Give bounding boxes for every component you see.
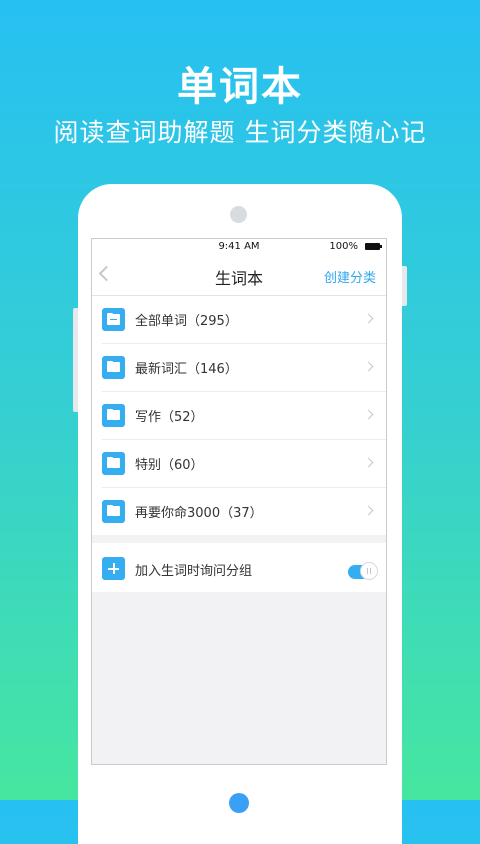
folder-row-latest[interactable]: 最新词汇（146） bbox=[102, 344, 386, 392]
folder-icon bbox=[102, 356, 125, 379]
folder-label: 再要你命3000（37） bbox=[135, 506, 263, 521]
navigation-bar: 生词本 创建分类 bbox=[92, 255, 386, 296]
phone-side-button-right bbox=[402, 266, 407, 306]
phone-camera bbox=[230, 206, 247, 223]
folder-icon bbox=[102, 404, 125, 427]
promo-headline: 单词本 bbox=[177, 64, 303, 110]
battery-icon bbox=[365, 243, 382, 250]
promo-subline: 阅读查词助解题 生词分类随心记 bbox=[53, 118, 427, 147]
battery-percentage: 100% bbox=[329, 241, 358, 252]
create-category-button[interactable]: 创建分类 bbox=[324, 267, 376, 286]
phone-screen: 9:41 AM 100% 生词本 创建分类 全部单词（295） 最新词汇（146… bbox=[91, 238, 387, 765]
phone-home-button bbox=[229, 793, 249, 813]
document-folder-icon bbox=[102, 308, 125, 331]
folder-row-3000[interactable]: 再要你命3000（37） bbox=[102, 488, 386, 535]
folder-label: 特别（60） bbox=[135, 458, 204, 473]
folder-icon bbox=[102, 452, 125, 475]
plus-icon bbox=[102, 557, 125, 580]
folder-label: 全部单词（295） bbox=[135, 314, 238, 329]
folder-icon bbox=[102, 500, 125, 523]
ask-group-toggle[interactable] bbox=[348, 562, 378, 580]
ask-group-setting-row: 加入生词时询问分组 bbox=[92, 543, 386, 592]
folder-label: 写作（52） bbox=[135, 410, 204, 425]
chevron-right-icon bbox=[363, 361, 374, 372]
ask-group-label: 加入生词时询问分组 bbox=[135, 564, 253, 579]
folder-list: 全部单词（295） 最新词汇（146） 写作（52） 特别（60） 再要你命30… bbox=[92, 296, 386, 535]
folder-row-all-words[interactable]: 全部单词（295） bbox=[102, 296, 386, 344]
folder-row-special[interactable]: 特别（60） bbox=[102, 440, 386, 488]
folder-label: 最新词汇（146） bbox=[135, 362, 238, 377]
folder-row-writing[interactable]: 写作（52） bbox=[102, 392, 386, 440]
toggle-knob bbox=[360, 562, 378, 580]
chevron-right-icon bbox=[363, 313, 374, 324]
chevron-right-icon bbox=[363, 409, 374, 420]
chevron-right-icon bbox=[363, 505, 374, 516]
chevron-right-icon bbox=[363, 457, 374, 468]
status-bar: 9:41 AM 100% bbox=[92, 239, 386, 255]
